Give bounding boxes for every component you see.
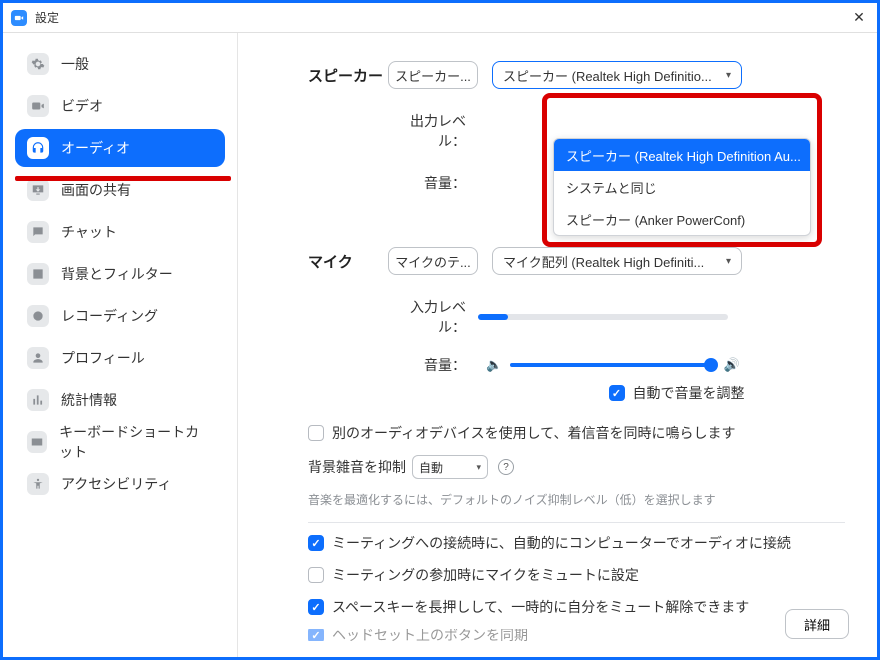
help-icon[interactable]: ? (498, 459, 514, 475)
noise-suppress-value: 自動 (419, 459, 443, 476)
input-level-label: 入力レベル： (388, 297, 478, 337)
auto-volume-label: 自動で音量を調整 (633, 383, 745, 403)
sidebar-item-video[interactable]: ビデオ (15, 87, 225, 125)
speaker-select-value: スピーカー (Realtek High Definitio... (503, 66, 720, 85)
test-speaker-button[interactable]: スピーカー... (388, 61, 478, 89)
accessibility-icon (27, 473, 49, 495)
sidebar-item-label: 背景とフィルター (61, 264, 173, 284)
mic-input-level-meter (478, 314, 728, 320)
gear-icon (27, 53, 49, 75)
sidebar-item-audio[interactable]: オーディオ (15, 129, 225, 167)
background-icon (27, 263, 49, 285)
sidebar-item-chat[interactable]: チャット (15, 213, 225, 251)
keyboard-icon (27, 431, 47, 453)
stats-icon (27, 389, 49, 411)
mic-select-value: マイク配列 (Realtek High Definiti... (503, 252, 720, 271)
sidebar-item-stats[interactable]: 統計情報 (15, 381, 225, 419)
chevron-down-icon: ▾ (476, 462, 481, 473)
speaker-dropdown: スピーカー (Realtek High Definition Au... システ… (553, 138, 811, 236)
space-unmute-checkbox[interactable] (308, 599, 324, 615)
sidebar-item-label: プロフィール (61, 348, 145, 368)
sidebar-item-label: レコーディング (61, 306, 158, 326)
speaker-dropdown-highlight: スピーカー (Realtek High Definition Au... システ… (542, 93, 822, 247)
mic-volume-slider[interactable] (510, 363, 716, 367)
record-icon (27, 305, 49, 327)
sidebar-item-label: オーディオ (61, 138, 130, 158)
zoom-app-icon (11, 10, 27, 26)
speaker-section-label: スピーカー (308, 65, 388, 86)
auto-join-audio-checkbox[interactable] (308, 535, 324, 551)
mic-section-label: マイク (308, 251, 388, 272)
speaker-select[interactable]: スピーカー (Realtek High Definitio... ▾ (492, 61, 742, 89)
sidebar-item-label: アクセシビリティ (61, 474, 171, 494)
headset-sync-checkbox[interactable] (308, 629, 324, 641)
sidebar-item-label: 一般 (61, 54, 89, 74)
window-title: 設定 (35, 9, 59, 26)
sidebar-item-label: 統計情報 (61, 390, 117, 410)
sidebar-item-label: ビデオ (61, 96, 103, 116)
divider (308, 522, 845, 523)
auto-join-audio-label: ミーティングへの接続時に、自動的にコンピューターでオーディオに接続 (332, 533, 791, 553)
volume-high-icon: 🔊 (724, 357, 740, 373)
chat-icon (27, 221, 49, 243)
share-screen-icon (27, 179, 49, 201)
volume-low-icon: 🔈 (486, 357, 502, 373)
space-unmute-label: スペースキーを長押しして、一時的に自分をミュート解除できます (332, 597, 749, 617)
sidebar-item-background[interactable]: 背景とフィルター (15, 255, 225, 293)
mute-on-join-checkbox[interactable] (308, 567, 324, 583)
chevron-down-icon: ▾ (726, 256, 731, 267)
mute-on-join-label: ミーティングの参加時にマイクをミュートに設定 (332, 565, 639, 585)
content-pane: スピーカー スピーカー... スピーカー (Realtek High Defin… (238, 33, 877, 657)
chevron-down-icon: ▾ (726, 70, 731, 81)
noise-suppress-select[interactable]: 自動 ▾ (412, 455, 488, 479)
sidebar-item-label: 画面の共有 (61, 180, 131, 200)
close-button[interactable]: ✕ (849, 9, 869, 26)
video-icon (27, 95, 49, 117)
test-mic-button[interactable]: マイクのテ... (388, 247, 478, 275)
speaker-option-2[interactable]: スピーカー (Anker PowerConf) (554, 203, 810, 235)
profile-icon (27, 347, 49, 369)
separate-ringtone-label: 別のオーディオデバイスを使用して、着信音を同時に鳴らします (332, 423, 735, 443)
output-level-label: 出力レベル： (388, 111, 478, 151)
mic-volume-label: 音量： (388, 355, 478, 375)
noise-suppress-label: 背景雑音を抑制 (308, 457, 406, 477)
auto-volume-checkbox[interactable] (609, 385, 625, 401)
mic-select[interactable]: マイク配列 (Realtek High Definiti... ▾ (492, 247, 742, 275)
speaker-option-0[interactable]: スピーカー (Realtek High Definition Au... (554, 139, 810, 171)
speaker-volume-label: 音量： (388, 173, 478, 193)
titlebar: 設定 ✕ (3, 3, 877, 33)
sidebar-item-label: チャット (61, 222, 117, 242)
sidebar-item-general[interactable]: 一般 (15, 45, 225, 83)
sidebar-item-accessibility[interactable]: アクセシビリティ (15, 465, 225, 503)
highlight-underline (15, 176, 231, 181)
separate-ringtone-checkbox[interactable] (308, 425, 324, 441)
noise-hint-text: 音楽を最適化するには、デフォルトのノイズ抑制レベル（低）を選択します (308, 491, 845, 508)
sidebar-item-profile[interactable]: プロフィール (15, 339, 225, 377)
sidebar-item-label: キーボードショートカット (59, 422, 213, 462)
headset-sync-label: ヘッドセット上のボタンを同期 (332, 629, 528, 641)
advanced-button[interactable]: 詳細 (785, 609, 849, 639)
speaker-option-1[interactable]: システムと同じ (554, 171, 810, 203)
sidebar-item-shortcuts[interactable]: キーボードショートカット (15, 423, 225, 461)
sidebar-item-recording[interactable]: レコーディング (15, 297, 225, 335)
headphones-icon (27, 137, 49, 159)
sidebar: 一般 ビデオ オーディオ 画面の共有 チャット 背景とフィルター レコーディング (3, 33, 238, 657)
